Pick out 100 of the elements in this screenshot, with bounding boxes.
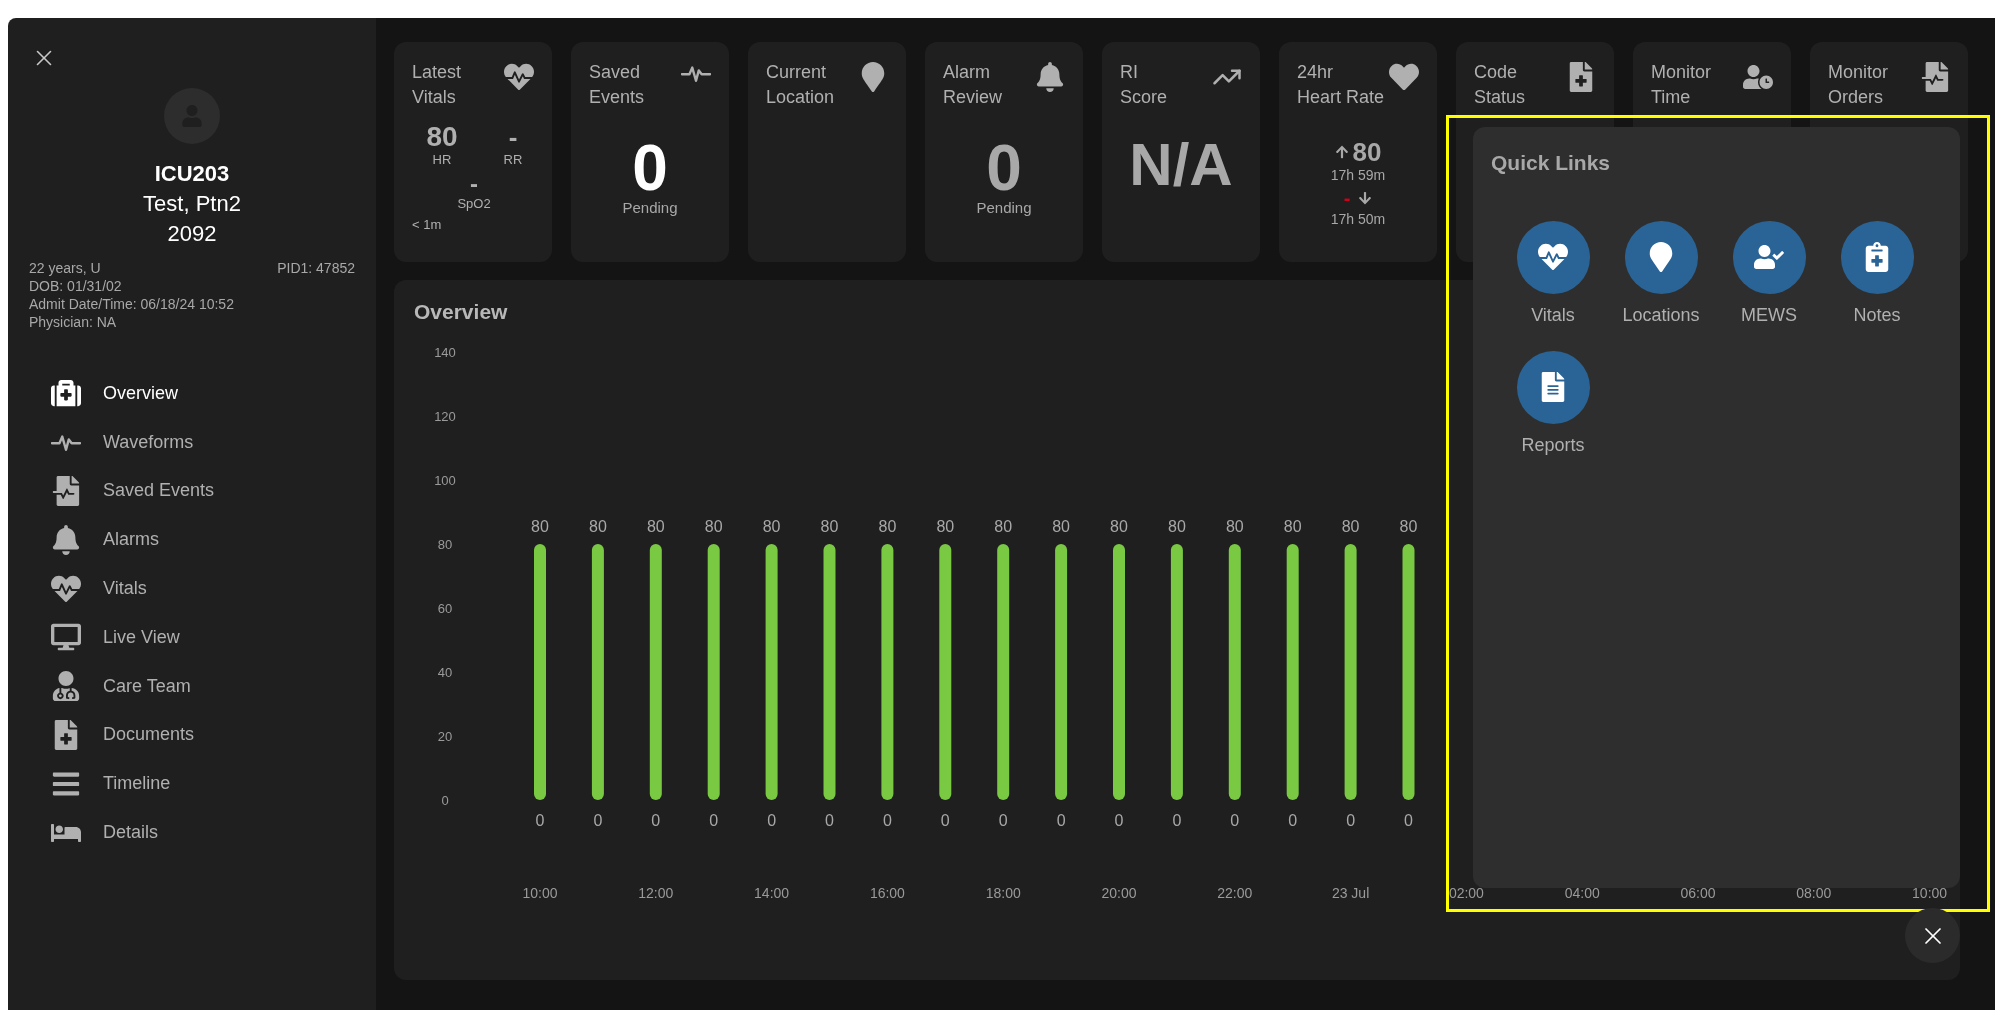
quick-link[interactable]: MEWS (1715, 220, 1823, 329)
x-axis-label: 10:00 (522, 885, 558, 901)
doctor-icon (51, 671, 81, 702)
user-clock-icon (1743, 62, 1773, 92)
card-title: RI Score (1120, 61, 1168, 109)
nav-item[interactable]: Timeline (8, 759, 376, 809)
card-title: Monitor Time (1651, 61, 1712, 109)
summary-card[interactable]: RI Score N/A (1102, 42, 1260, 262)
card-title: Current Location (766, 61, 835, 109)
quick-link[interactable]: Notes (1823, 220, 1931, 329)
patient-id: PID1: 47852 (277, 259, 355, 277)
quick-link[interactable]: Reports (1499, 350, 1607, 459)
nav-item[interactable]: Details (8, 808, 376, 857)
document-icon (51, 476, 81, 506)
x-axis-label: 02:00 (1448, 885, 1484, 901)
y-axis-label: 40 (437, 665, 453, 680)
bell-icon (1035, 62, 1065, 92)
quick-link[interactable]: Vitals (1499, 220, 1607, 329)
admit-date: Admit Date/Time: 06/18/24 10:52 (29, 295, 235, 313)
patient-name: Test, Ptn2 (143, 190, 241, 218)
bar-base-label: 0 (535, 812, 545, 829)
x-axis-label: 23 Jul (1331, 885, 1370, 901)
summary-card[interactable]: 24hr Heart Rate 80 17h 59m - 17h 50m (1279, 42, 1437, 262)
pending-count: 0 (632, 138, 668, 198)
update-age: < 1m (412, 216, 442, 234)
score-value: N/A (1129, 132, 1233, 198)
bar-base-label: 0 (882, 812, 892, 829)
panel-title: Overview (414, 300, 508, 323)
resp-rate-value: - (508, 122, 518, 152)
bar-value-label: 80 (589, 518, 607, 535)
bar-value-label: 80 (704, 518, 723, 535)
bar-base-label: 0 (1056, 812, 1066, 829)
pending-label: Pending (622, 198, 678, 218)
summary-card[interactable]: Alarm Review 0 Pending (925, 42, 1083, 262)
age-sex: 22 years, U (29, 259, 101, 277)
low-time: 17h 50m (1330, 210, 1386, 228)
x-axis-label: 22:00 (1217, 885, 1253, 901)
nav-item[interactable]: Vitals (8, 564, 376, 613)
heartbeat-icon (1538, 242, 1568, 272)
bar-base-label: 0 (1114, 812, 1124, 829)
bar-value-label: 80 (1399, 518, 1418, 535)
card-title: Alarm Review (943, 61, 1003, 109)
bar-base-label: 0 (709, 812, 719, 829)
bell-icon (51, 524, 81, 555)
summary-card[interactable]: Latest Vitals 80 HR - RR - SpO2 < 1m (394, 42, 552, 262)
y-axis-label: 100 (434, 473, 456, 488)
nav-item[interactable]: Care Team (8, 661, 376, 711)
bar-value-label: 80 (1225, 518, 1244, 535)
nav-item[interactable]: Documents (8, 710, 376, 760)
summary-card[interactable]: Current Location (748, 42, 906, 262)
document-icon (1920, 62, 1950, 92)
heartbeat-icon (51, 573, 81, 604)
card-title: Monitor Orders (1828, 61, 1889, 109)
quick-link[interactable]: Locations (1607, 220, 1715, 329)
high-heart-rate: 80 (1352, 138, 1382, 166)
y-axis-label: 140 (434, 345, 456, 360)
date-of-birth: DOB: 01/31/02 (29, 277, 123, 295)
arrow-down-icon (1358, 191, 1373, 205)
heart-rate-value: 80 (426, 122, 458, 152)
heart-icon (1389, 62, 1419, 92)
y-axis-label: 20 (437, 729, 453, 744)
medical-kit-icon (51, 378, 81, 409)
nav-item[interactable]: Overview (8, 369, 376, 418)
spo2-value: - (470, 172, 478, 196)
pending-count: 0 (986, 138, 1022, 198)
bar-base-label: 0 (1230, 812, 1240, 829)
x-axis-label: 18:00 (985, 885, 1021, 901)
bar-base-label: 0 (1172, 812, 1182, 829)
popup-title: Quick Links (1491, 151, 1611, 174)
nav-item[interactable]: Alarms (8, 515, 376, 565)
nav-item[interactable]: Saved Events (8, 466, 376, 516)
bar-value-label: 80 (820, 518, 839, 535)
unit-name: ICU203 (154, 160, 230, 188)
bar-base-label: 0 (1288, 812, 1298, 829)
x-axis-label: 14:00 (754, 885, 790, 901)
x-axis-label: 10:00 (1912, 885, 1948, 901)
summary-card[interactable]: Saved Events 0 Pending (571, 42, 729, 262)
card-title: Latest Vitals (412, 61, 462, 109)
x-axis-label: 04:00 (1564, 885, 1600, 901)
pending-label: Pending (976, 198, 1032, 218)
x-axis-label: 08:00 (1796, 885, 1832, 901)
bar-base-label: 0 (998, 812, 1008, 829)
arrow-up-icon (1334, 145, 1349, 159)
bar-value-label: 80 (1283, 518, 1302, 535)
bar-value-label: 80 (531, 518, 549, 535)
spo2-label: SpO2 (457, 196, 491, 212)
card-title: Saved Events (589, 61, 645, 109)
bar-base-label: 0 (651, 812, 661, 829)
nav-item[interactable]: Waveforms (8, 417, 376, 467)
x-axis-label: 20:00 (1101, 885, 1137, 901)
monitor-icon (51, 622, 81, 653)
resp-rate-label: RR (503, 152, 523, 168)
card-title: 24hr Heart Rate (1297, 61, 1385, 109)
y-axis-label: 120 (434, 409, 456, 424)
nav-item[interactable]: Live View (8, 613, 376, 662)
y-axis-label: 60 (437, 601, 453, 616)
high-time: 17h 59m (1330, 166, 1386, 184)
bar-value-label: 80 (762, 518, 781, 535)
bar-base-label: 0 (593, 812, 603, 829)
card-title: Code Status (1474, 61, 1526, 109)
